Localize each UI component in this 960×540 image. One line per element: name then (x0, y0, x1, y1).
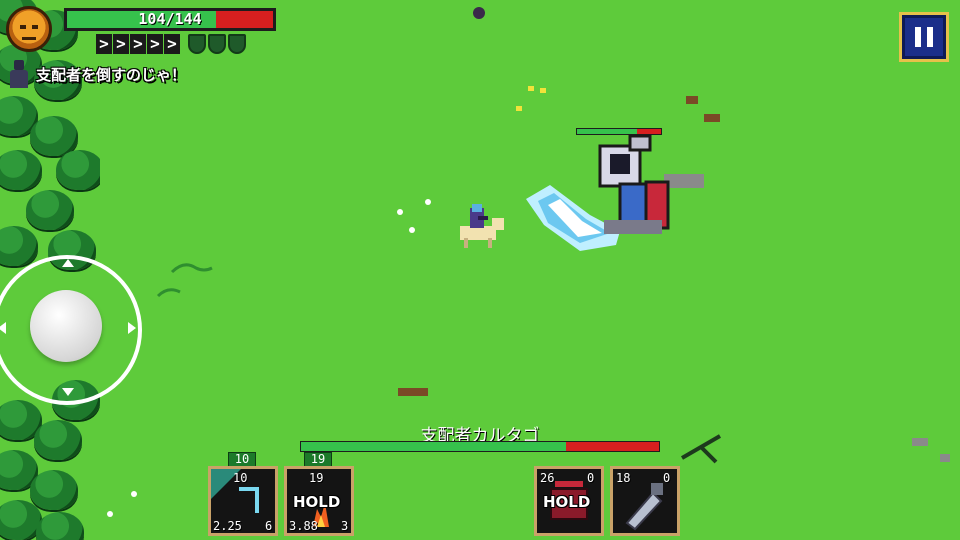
skill-1-cooldown: 2.25 (213, 519, 242, 533)
boss-hp-bar (300, 441, 660, 452)
boss-character (598, 134, 670, 234)
shield-charges (188, 34, 246, 54)
skill-1-badge: 10 (228, 452, 256, 467)
joystick-down-arrow-icon (62, 388, 74, 396)
skill-1-top: 10 (233, 471, 248, 485)
skill-3-top: 26 (540, 471, 555, 485)
skill-2-top: 19 (309, 471, 324, 485)
quest-text: 支配者を倒すのじゃ！ (36, 65, 187, 84)
chevron-icon: > (130, 34, 146, 54)
skill-3-top-right: 0 (587, 471, 595, 485)
chevron-icon: > (96, 34, 112, 54)
shield-icon (208, 34, 226, 54)
pause-icon (915, 27, 921, 47)
skill-2-hold: HOLD (293, 493, 341, 511)
shield-icon (228, 34, 246, 54)
player-portrait-icon (6, 6, 52, 52)
player-character (460, 204, 504, 248)
pause-button[interactable] (899, 12, 949, 62)
shield-icon (188, 34, 206, 54)
chevron-icon: > (113, 34, 129, 54)
joystick-up-arrow-icon (62, 259, 74, 267)
skill-slot-3[interactable]: 26 0 HOLD (534, 466, 604, 536)
quest-message: 支配者を倒すのじゃ！ (8, 60, 186, 88)
skill-4-top-right: 0 (663, 471, 671, 485)
player-hp-bar: 104/144 (64, 8, 276, 31)
skill-2-badge: 19 (304, 452, 332, 467)
skill-1-count: 6 (265, 519, 273, 533)
skill-slot-4[interactable]: 18 0 (610, 466, 680, 536)
chevron-icon: > (164, 34, 180, 54)
skill-2-count: 3 (341, 519, 349, 533)
joystick-left-arrow-icon (0, 322, 6, 334)
skill-slot-1[interactable]: 10 2.25 6 (208, 466, 278, 536)
skill-3-hold: HOLD (543, 493, 591, 511)
pause-icon-bar (927, 27, 933, 47)
skill-4-top: 18 (616, 471, 631, 485)
skill-slot-2[interactable]: 19 HOLD 3.88 3 (284, 466, 354, 536)
skill-2-cooldown: 3.88 (289, 519, 318, 533)
chevron-icon: > (147, 34, 163, 54)
stamina-chevrons: > > > > > (96, 34, 180, 56)
player-hp-text: 104/144 (138, 10, 202, 28)
joystick-knob[interactable] (30, 290, 102, 362)
quest-giver-icon (8, 60, 30, 88)
joystick-right-arrow-icon (128, 322, 136, 334)
boss-hp-fill (301, 442, 566, 451)
